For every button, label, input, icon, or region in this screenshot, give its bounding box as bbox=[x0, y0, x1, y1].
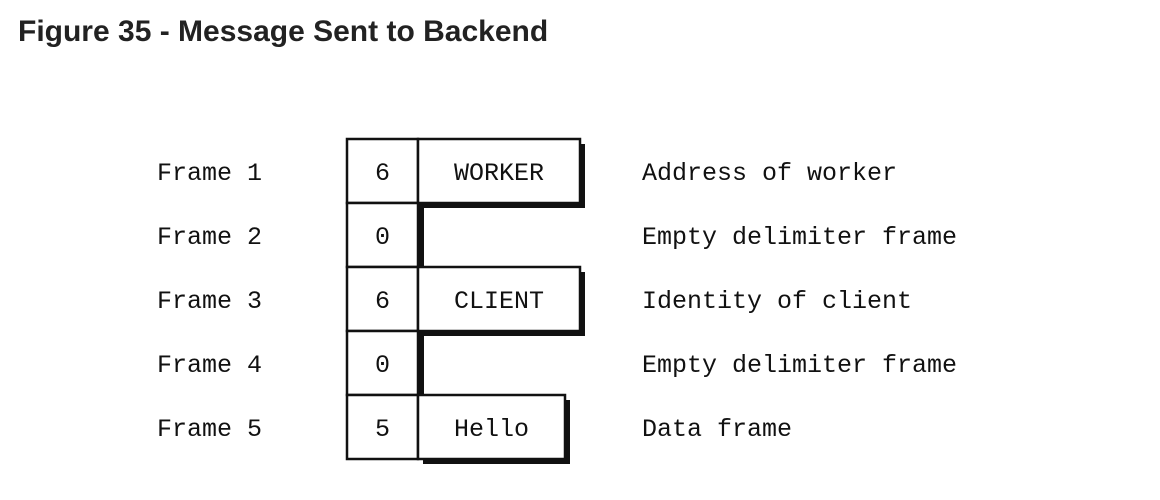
frame-description: Identity of client bbox=[642, 287, 912, 316]
frame-description: Address of worker bbox=[642, 159, 897, 188]
frame-size-value: 5 bbox=[375, 415, 390, 444]
frame-description: Empty delimiter frame bbox=[642, 351, 957, 380]
message-frames-diagram: Frame 1 6 WORKER Address of worker Frame 2 0 E… bbox=[157, 137, 957, 464]
frame-label: Frame 1 bbox=[157, 159, 262, 188]
frame-description: Empty delimiter frame bbox=[642, 223, 957, 252]
frame-row: Frame 3 6 CLIENT Identity of client bbox=[157, 265, 912, 336]
frame-label: Frame 4 bbox=[157, 351, 262, 380]
frame-label: Frame 5 bbox=[157, 415, 262, 444]
frame-row: Frame 1 6 WORKER Address of worker bbox=[157, 137, 897, 208]
frame-row: Frame 2 0 Empty delimiter frame bbox=[157, 201, 957, 269]
frame-label: Frame 3 bbox=[157, 287, 262, 316]
frame-size-value: 6 bbox=[375, 287, 390, 316]
frame-description: Data frame bbox=[642, 415, 792, 444]
frame-row: Frame 4 0 Empty delimiter frame bbox=[157, 329, 957, 397]
frame-row: Frame 5 5 Hello Data frame bbox=[157, 393, 792, 464]
frame-size-value: 0 bbox=[375, 351, 390, 380]
frame-label: Frame 2 bbox=[157, 223, 262, 252]
frame-content-shadow bbox=[423, 331, 585, 336]
frame-content-text: WORKER bbox=[454, 159, 544, 188]
frame-content-shadow bbox=[423, 459, 570, 464]
frame-size-value: 6 bbox=[375, 159, 390, 188]
frame-content-text: CLIENT bbox=[454, 287, 544, 316]
frame-content-shadow bbox=[423, 203, 585, 208]
frame-content-text: Hello bbox=[454, 415, 529, 444]
frame-size-value: 0 bbox=[375, 223, 390, 252]
